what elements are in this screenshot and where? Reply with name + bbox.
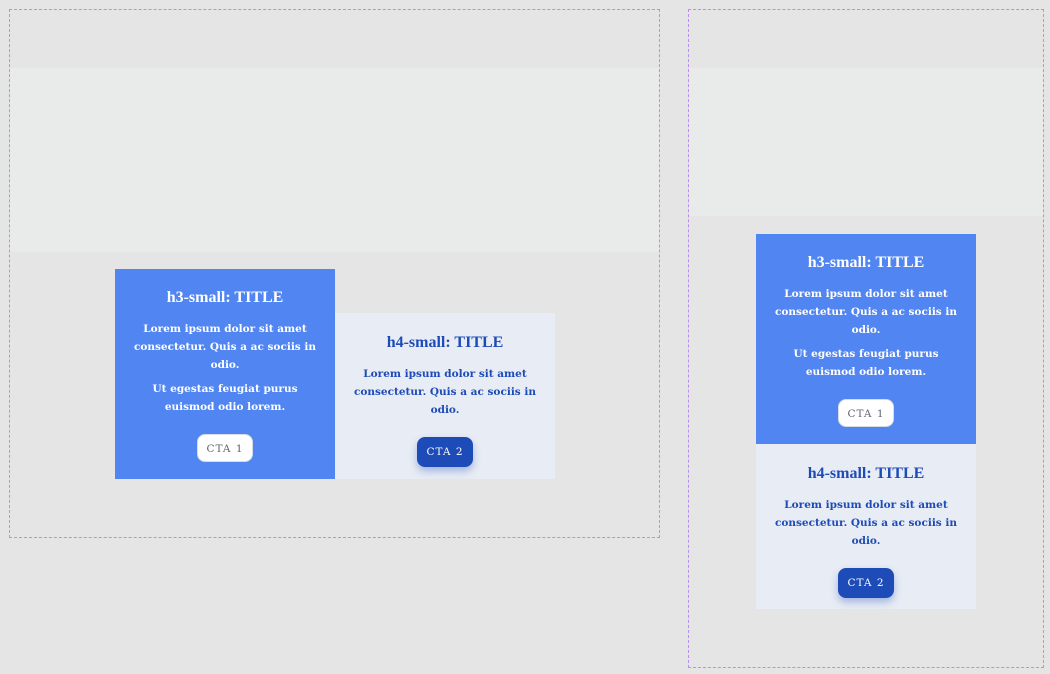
secondary-card: h4-small: TITLE Lorem ipsum dolor sit am…	[756, 444, 976, 609]
secondary-card-title: h4-small: TITLE	[807, 465, 925, 482]
primary-card-text: Lorem ipsum dolor sit amet consectetur. …	[774, 288, 958, 336]
primary-card-title: h3-small: TITLE	[807, 254, 925, 271]
secondary-card-title: h4-small: TITLE	[386, 334, 504, 351]
cta-1-button[interactable]: CTA 1	[838, 399, 894, 427]
primary-card-text: Lorem ipsum dolor sit amet consectetur. …	[133, 323, 317, 371]
desktop-frame: h3-small: TITLE Lorem ipsum dolor sit am…	[9, 9, 660, 538]
secondary-card-text: Lorem ipsum dolor sit amet consectetur. …	[353, 368, 537, 416]
mobile-frame: h3-small: TITLE Lorem ipsum dolor sit am…	[688, 9, 1044, 668]
cta-2-button[interactable]: CTA 2	[417, 437, 473, 467]
primary-card-text-secondary: Ut egestas feugiat purus euismod odio lo…	[793, 348, 939, 378]
cta-1-button[interactable]: CTA 1	[197, 434, 253, 462]
cta-2-button[interactable]: CTA 2	[838, 568, 894, 598]
hero-band	[689, 68, 1043, 216]
primary-card-text-secondary: Ut egestas feugiat purus euismod odio lo…	[152, 383, 298, 413]
primary-card-title: h3-small: TITLE	[166, 289, 284, 306]
primary-card: h3-small: TITLE Lorem ipsum dolor sit am…	[115, 269, 335, 479]
secondary-card-text: Lorem ipsum dolor sit amet consectetur. …	[774, 499, 958, 547]
secondary-card: h4-small: TITLE Lorem ipsum dolor sit am…	[335, 313, 555, 479]
primary-card: h3-small: TITLE Lorem ipsum dolor sit am…	[756, 234, 976, 444]
hero-band	[10, 68, 659, 252]
